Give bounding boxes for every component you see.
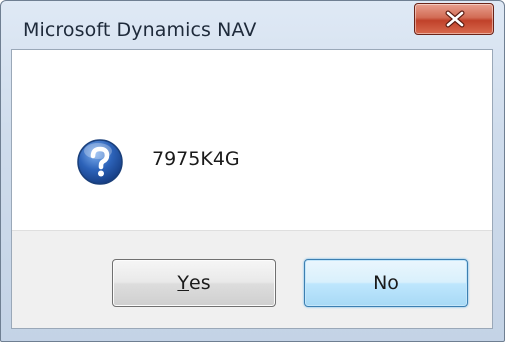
message-area: 7975K4G [12,50,492,230]
dialog-window: Microsoft Dynamics NAV 7975K4G Y es No [0,0,505,342]
message-text: 7975K4G [152,148,240,170]
button-bar: Yes No [12,230,492,328]
yes-button-label: es [189,272,211,294]
no-button-label: No [373,272,399,294]
no-button[interactable]: No [304,259,468,307]
close-icon [445,10,465,28]
dialog-body: 7975K4G Yes No [11,49,493,329]
title-bar[interactable]: Microsoft Dynamics NAV [1,1,504,49]
window-title: Microsoft Dynamics NAV [23,19,257,41]
close-button[interactable] [414,3,494,35]
yes-button[interactable]: Yes [112,259,276,307]
yes-button-mnemonic: Y [177,272,189,294]
question-icon [77,139,123,185]
